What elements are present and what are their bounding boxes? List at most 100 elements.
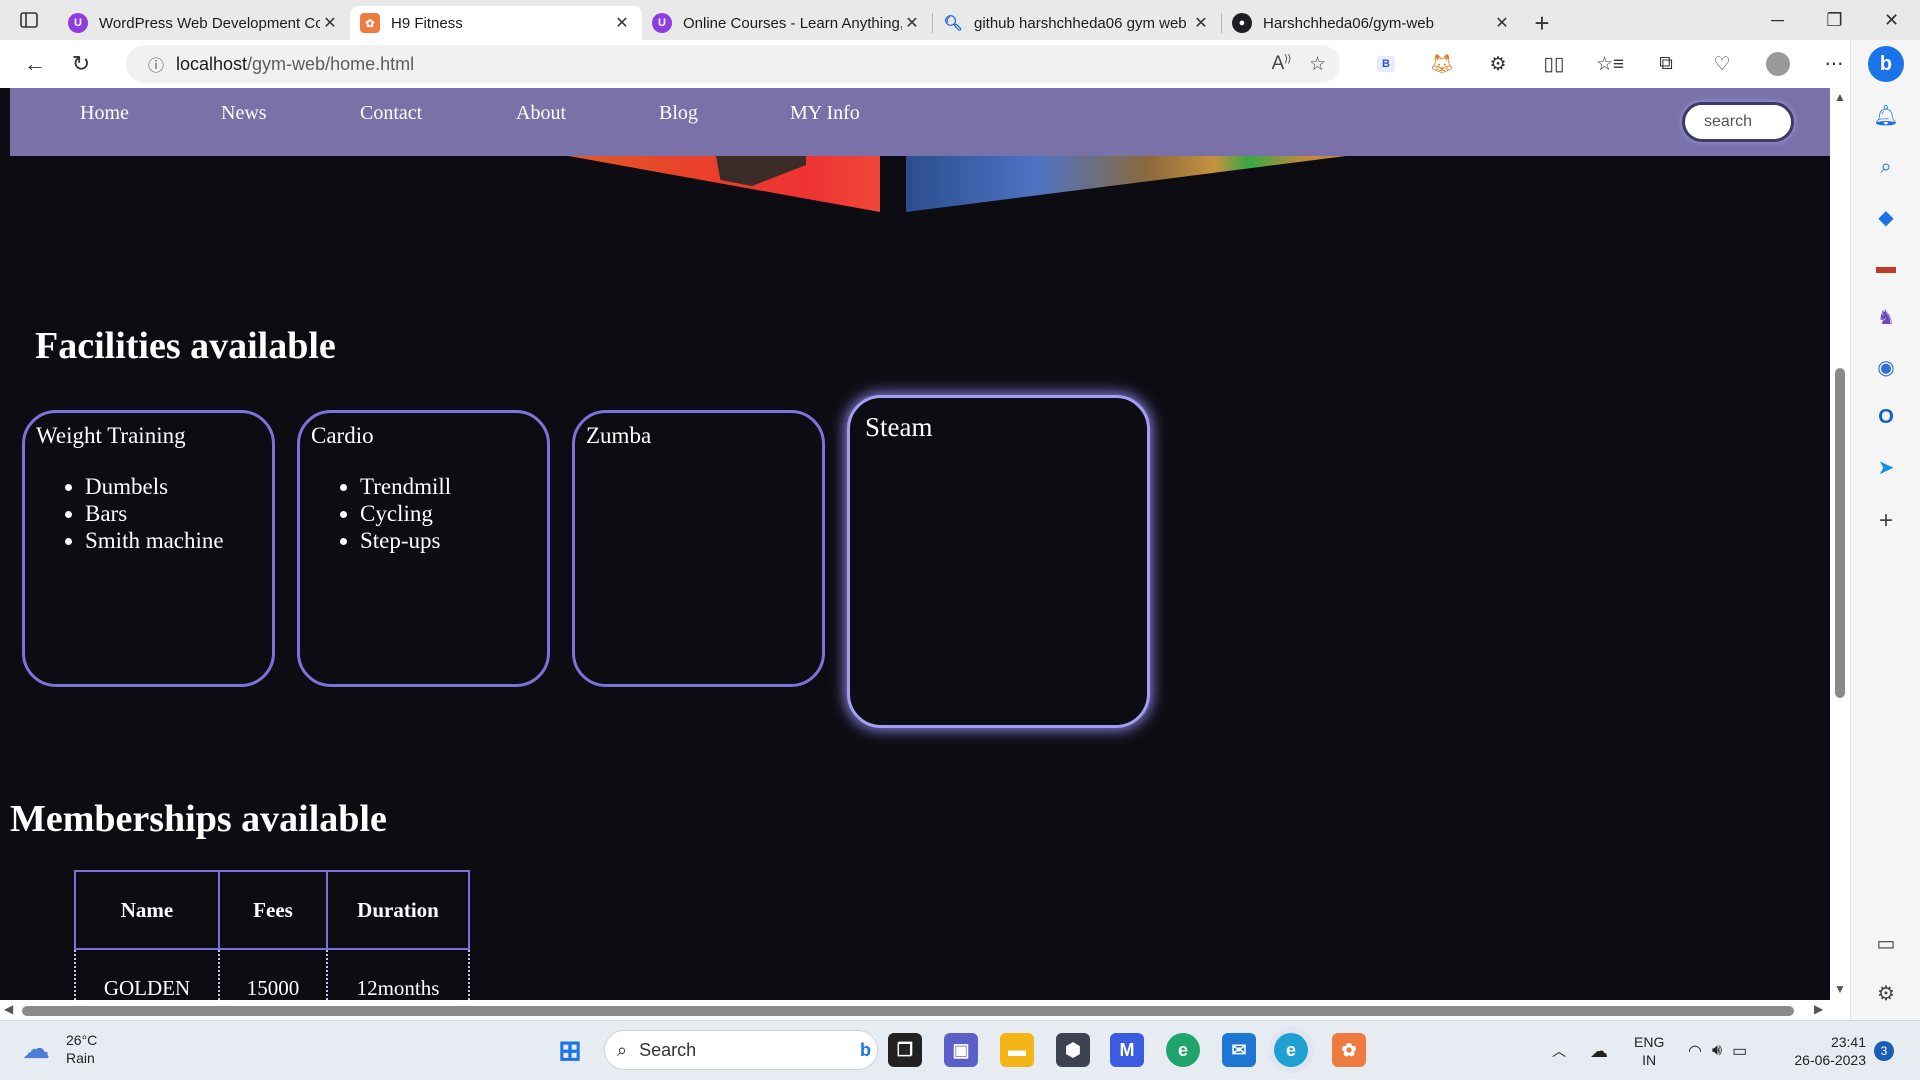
edge-browser-icon[interactable]: e bbox=[1274, 1033, 1308, 1067]
nav-blog[interactable]: Blog bbox=[659, 102, 698, 125]
new-tab-button[interactable]: + bbox=[1522, 6, 1562, 40]
windows-start-icon[interactable]: ⊞ bbox=[553, 1033, 587, 1067]
close-window-button[interactable]: ✕ bbox=[1863, 0, 1920, 40]
scroll-left-arrow-icon[interactable]: ◀ bbox=[4, 1002, 13, 1016]
extensions-row: B 🦊︎ ⚙ ▯▯ ☆≡ ⧉ ♡ ⋯ bbox=[1358, 46, 1862, 82]
minimize-button[interactable]: ─ bbox=[1749, 0, 1806, 40]
close-icon[interactable]: ✕ bbox=[320, 13, 340, 33]
bing-copilot-icon[interactable]: b bbox=[1868, 46, 1904, 82]
maximize-button[interactable]: ❐ bbox=[1806, 0, 1863, 40]
facilities-heading: Facilities available bbox=[35, 325, 336, 367]
facility-card-cardio[interactable]: Cardio Trendmill Cycling Step-ups bbox=[297, 410, 550, 687]
windows-taskbar: ☁ 26°C Rain ⊞ ⌕ Search b ❐ ▣ ▬ ⬢ M e ✉ e… bbox=[0, 1020, 1920, 1080]
tab-title: Harshchheda06/gym-web bbox=[1263, 14, 1434, 32]
back-button[interactable]: ← bbox=[12, 46, 58, 82]
list-item: Cycling bbox=[360, 500, 451, 527]
drop-send-icon[interactable]: ➤ bbox=[1871, 452, 1901, 482]
nav-home[interactable]: Home bbox=[80, 102, 129, 125]
onedrive-icon[interactable]: ☁ bbox=[1590, 1021, 1608, 1080]
tab-h9-fitness[interactable]: ✿ H9 Fitness ✕ bbox=[350, 6, 642, 40]
hide-sidebar-icon[interactable]: ▭ bbox=[1871, 928, 1901, 958]
extensions-icon[interactable]: ⚙ bbox=[1470, 46, 1526, 82]
collections-icon[interactable]: ⧉ bbox=[1638, 46, 1694, 82]
weather-widget[interactable]: ☁ 26°C Rain bbox=[22, 1031, 97, 1067]
close-icon[interactable]: ✕ bbox=[1492, 13, 1512, 33]
edge-dev-icon[interactable]: e bbox=[1166, 1033, 1200, 1067]
unity-hub-icon[interactable]: ⬢ bbox=[1056, 1033, 1090, 1067]
close-icon[interactable]: ✕ bbox=[1191, 13, 1211, 33]
url-text[interactable]: localhost/gym-web/home.html bbox=[176, 54, 414, 75]
xampp-icon: ✿ bbox=[360, 13, 380, 33]
weather-description: Rain bbox=[66, 1050, 95, 1066]
taskbar-search-label: Search bbox=[639, 1039, 697, 1060]
app-icon-m[interactable]: M bbox=[1110, 1033, 1144, 1067]
metamask-icon[interactable]: 🦊︎ bbox=[1414, 46, 1470, 82]
tab-github-search[interactable]: 🔍︎ github harshchheda06 gym web ✕ bbox=[933, 6, 1221, 40]
taskbar-search-box[interactable]: ⌕ Search b bbox=[604, 1030, 878, 1070]
clock-date: 26-06-2023 bbox=[1794, 1052, 1866, 1068]
nav-news[interactable]: News bbox=[221, 102, 267, 125]
games-chess-icon[interactable]: ♞ bbox=[1871, 302, 1901, 332]
microsoft-365-icon[interactable]: ◉ bbox=[1871, 352, 1901, 382]
horizontal-scroll-thumb[interactable] bbox=[22, 1006, 1794, 1016]
facility-card-zumba[interactable]: Zumba bbox=[572, 410, 825, 687]
reload-button[interactable]: ↻ bbox=[58, 46, 104, 82]
tab-wordpress[interactable]: U WordPress Web Development Co ✕ bbox=[58, 6, 350, 40]
notification-badge[interactable]: 3 bbox=[1874, 1021, 1894, 1080]
browser-essentials-icon[interactable]: ♡ bbox=[1694, 46, 1750, 82]
table-header-row: Name Fees Duration bbox=[74, 870, 470, 950]
outlook-icon[interactable]: O bbox=[1871, 402, 1901, 432]
nav-about[interactable]: About bbox=[516, 102, 566, 125]
notifications-bell-icon[interactable]: 🔔︎ bbox=[1871, 100, 1901, 130]
scroll-up-arrow-icon[interactable]: ▲ bbox=[1833, 90, 1847, 104]
close-icon[interactable]: ✕ bbox=[902, 13, 922, 33]
tab-github-repo[interactable]: ● Harshchheda06/gym-web ✕ bbox=[1222, 6, 1522, 40]
tools-briefcase-icon[interactable]: ▬ bbox=[1871, 252, 1901, 282]
nav-my-info[interactable]: MY Info bbox=[790, 102, 860, 125]
teams-chat-icon[interactable]: ▣ bbox=[944, 1033, 978, 1067]
close-icon[interactable]: ✕ bbox=[612, 13, 632, 33]
language-indicator[interactable]: ENG IN bbox=[1634, 1021, 1664, 1080]
facility-title: Zumba bbox=[586, 423, 652, 448]
facility-list: Dumbels Bars Smith machine bbox=[85, 473, 224, 554]
list-item: Step-ups bbox=[360, 527, 451, 554]
vertical-scroll-thumb[interactable] bbox=[1835, 368, 1845, 698]
tab-online-courses[interactable]: U Online Courses - Learn Anything, ✕ bbox=[642, 6, 932, 40]
search-input[interactable]: search bbox=[1682, 102, 1794, 142]
xampp-icon[interactable]: ✿ bbox=[1332, 1033, 1366, 1067]
window-controls: ─ ❐ ✕ bbox=[1749, 0, 1920, 40]
clock[interactable]: 23:41 26-06-2023 bbox=[1786, 1021, 1866, 1080]
facility-card-weight-training[interactable]: Weight Training Dumbels Bars Smith machi… bbox=[22, 410, 275, 687]
system-tray-status[interactable]: ◠ 🔊︎ ▭ bbox=[1688, 1021, 1747, 1080]
facility-list: Trendmill Cycling Step-ups bbox=[360, 473, 451, 554]
mail-icon[interactable]: ✉ bbox=[1222, 1033, 1256, 1067]
add-sidebar-app-icon[interactable]: + bbox=[1871, 506, 1901, 536]
tab-actions-button[interactable] bbox=[0, 0, 58, 40]
tab-title: github harshchheda06 gym web bbox=[974, 14, 1187, 32]
favorites-icon[interactable]: ☆≡ bbox=[1582, 46, 1638, 82]
file-explorer-icon[interactable]: ▬ bbox=[1000, 1033, 1034, 1067]
search-icon[interactable]: ⌕ bbox=[1871, 152, 1901, 182]
tab-title: H9 Fitness bbox=[391, 14, 463, 32]
shopping-tag-icon[interactable]: ◆ bbox=[1871, 202, 1901, 232]
info-icon[interactable]: ⓘ bbox=[136, 52, 176, 76]
nav-contact[interactable]: Contact bbox=[360, 102, 422, 125]
profile-icon[interactable] bbox=[1750, 46, 1806, 82]
reload-icon: ↻ bbox=[71, 51, 91, 76]
facility-card-steam[interactable]: Steam bbox=[847, 395, 1150, 728]
extension-b-icon[interactable]: B bbox=[1358, 46, 1414, 82]
show-hidden-icons-icon[interactable]: ︿ bbox=[1552, 1021, 1566, 1080]
split-screen-icon[interactable]: ▯▯ bbox=[1526, 46, 1582, 82]
scroll-right-arrow-icon[interactable]: ▶ bbox=[1814, 1002, 1823, 1016]
favorite-star-icon[interactable]: ☆ bbox=[1309, 53, 1326, 76]
udemy-icon: U bbox=[652, 13, 672, 33]
sidebar-settings-gear-icon[interactable]: ⚙ bbox=[1871, 978, 1901, 1008]
task-view-icon[interactable]: ❐ bbox=[888, 1033, 922, 1067]
address-bar[interactable]: ⓘ localhost/gym-web/home.html A)) ☆ bbox=[126, 45, 1340, 83]
horizontal-scrollbar[interactable]: ◀ ▶ bbox=[0, 1000, 1850, 1020]
tab-title: Online Courses - Learn Anything, bbox=[683, 14, 902, 32]
vertical-scrollbar[interactable]: ▲ ▼ bbox=[1830, 88, 1850, 1000]
read-aloud-icon[interactable]: A)) bbox=[1272, 53, 1291, 76]
scroll-down-arrow-icon[interactable]: ▼ bbox=[1833, 982, 1847, 996]
list-item: Trendmill bbox=[360, 473, 451, 500]
